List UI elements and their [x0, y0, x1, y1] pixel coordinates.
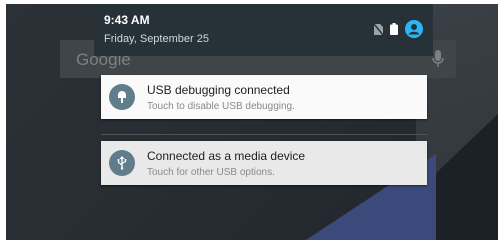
notification-shade: 9:43 AM Friday, September 25 USB debuggi… — [94, 4, 433, 240]
date-label[interactable]: Friday, September 25 — [104, 33, 209, 45]
clock-time: 9:43 AM — [104, 13, 150, 27]
android-debug-icon — [109, 84, 135, 110]
notification-title: Connected as a media device — [147, 149, 306, 163]
user-avatar-icon[interactable] — [405, 20, 423, 38]
shade-header[interactable]: 9:43 AM Friday, September 25 — [94, 4, 433, 56]
usb-icon — [109, 150, 135, 176]
shade-divider — [101, 134, 427, 135]
mic-icon[interactable] — [432, 50, 444, 68]
notification-usb-debugging[interactable]: USB debugging connected Touch to disable… — [101, 75, 427, 119]
device-screen: Google 9:43 AM Friday, September 25 USB … — [6, 4, 498, 240]
notification-text: Touch to disable USB debugging. — [147, 101, 295, 112]
no-sim-icon — [374, 23, 383, 35]
notification-title: USB debugging connected — [147, 83, 290, 97]
notification-text: Touch for other USB options. — [147, 167, 275, 178]
battery-icon — [390, 23, 398, 35]
status-icons — [374, 20, 423, 38]
notification-media-device[interactable]: Connected as a media device Touch for ot… — [101, 141, 427, 185]
